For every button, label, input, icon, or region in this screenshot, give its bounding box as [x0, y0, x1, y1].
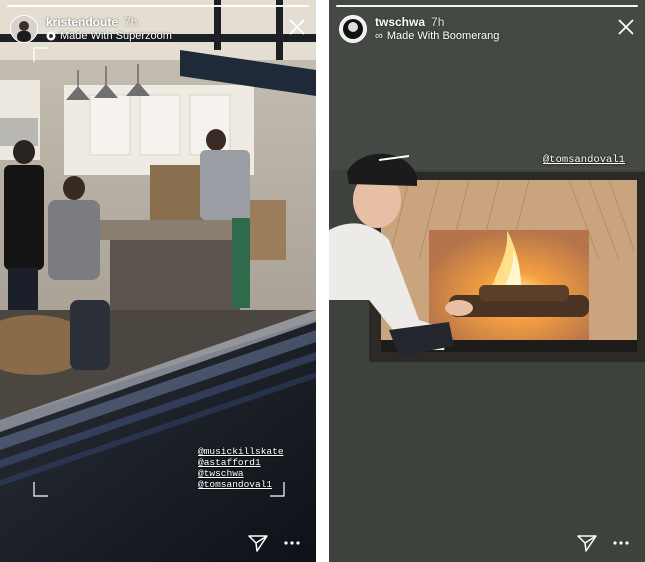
- more-options-icon[interactable]: [613, 541, 629, 545]
- username[interactable]: kristendoute: [46, 15, 118, 29]
- mention-tag[interactable]: @twschwa: [198, 468, 284, 479]
- mention-tag[interactable]: @musickillskate: [198, 446, 284, 457]
- superzoom-icon: [46, 31, 56, 41]
- mention-tag[interactable]: @tomsandoval1: [198, 479, 284, 490]
- story-footer: [577, 534, 629, 552]
- send-icon[interactable]: [248, 534, 268, 552]
- mention-tag[interactable]: @tomsandoval1: [543, 155, 625, 166]
- story-kristendoute[interactable]: kristendoute 7h Made With Superzoom @musi…: [0, 0, 316, 562]
- story-progress-bar: [336, 5, 638, 7]
- story-subtitle[interactable]: ∞ Made With Boomerang: [375, 30, 499, 42]
- mention-tag[interactable]: @astafford1: [198, 457, 284, 468]
- story-progress-bar: [7, 5, 309, 7]
- story-header: twschwa 7h ∞ Made With Boomerang: [339, 13, 635, 45]
- timestamp: 7h: [431, 15, 445, 29]
- more-options-icon[interactable]: [284, 541, 300, 545]
- timestamp: 7h: [124, 15, 138, 29]
- avatar[interactable]: [339, 15, 367, 43]
- send-icon[interactable]: [577, 534, 597, 552]
- story-header: kristendoute 7h Made With Superzoom: [10, 13, 306, 45]
- subtitle-text: Made With Superzoom: [60, 30, 172, 42]
- avatar[interactable]: [10, 15, 38, 43]
- username[interactable]: twschwa: [375, 15, 425, 29]
- close-icon[interactable]: [617, 18, 635, 36]
- infinity-icon: ∞: [375, 30, 383, 42]
- story-twschwa[interactable]: twschwa 7h ∞ Made With Boomerang @tomsand…: [329, 0, 645, 562]
- story-footer: [248, 534, 300, 552]
- subtitle-text: Made With Boomerang: [386, 30, 500, 42]
- story-photo-fireplace: [329, 0, 645, 562]
- story-subtitle[interactable]: Made With Superzoom: [46, 30, 172, 42]
- mentions-list: @musickillskate @astafford1 @twschwa @to…: [198, 446, 284, 490]
- close-icon[interactable]: [288, 18, 306, 36]
